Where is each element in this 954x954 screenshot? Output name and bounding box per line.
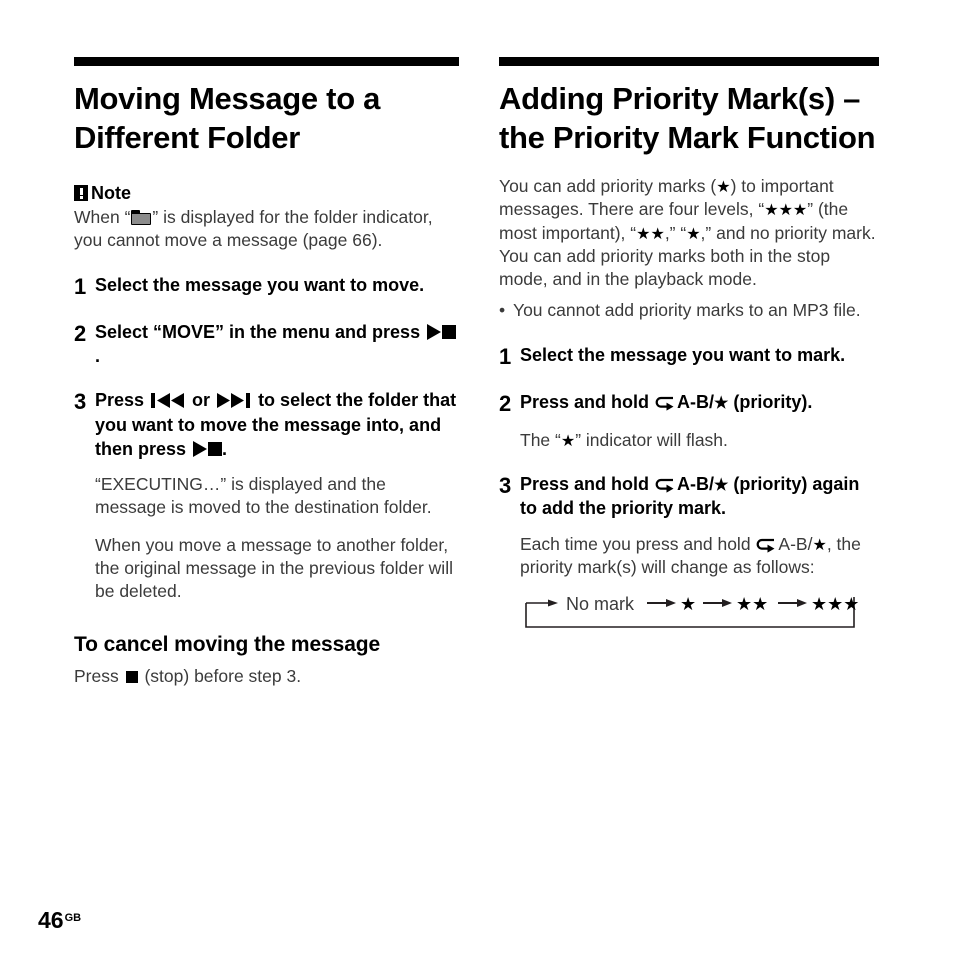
section-rule-right xyxy=(499,57,879,66)
page-title-right: Adding Priority Mark(s) – the Priority M… xyxy=(499,81,876,156)
step-text-part: Select “MOVE” in the menu and press xyxy=(95,321,426,342)
step-item: 2 Select “MOVE” in the menu and press . xyxy=(74,320,459,369)
star-icon: ★ xyxy=(716,179,731,197)
step-text: Select the message you want to move. xyxy=(95,274,425,295)
step-item: 3 Press and hold A-B/★ (priority) again … xyxy=(499,472,879,521)
step-text-part: (priority). xyxy=(728,391,813,412)
step-number: 2 xyxy=(74,320,87,346)
subsection-text-part: Press xyxy=(74,665,124,686)
step-detail-part: Each time you press and hold xyxy=(520,533,756,554)
step-item: 3 Press or to select the folder that you… xyxy=(74,388,459,461)
page-region-code: GB xyxy=(64,912,82,924)
cycle-node-label: ★ xyxy=(680,594,696,614)
note-text: When “” is displayed for the folder indi… xyxy=(74,206,459,253)
step-number: 2 xyxy=(499,390,512,416)
star-icon-triple: ★★★ xyxy=(764,202,808,220)
step-detail-text: Each time you press and hold A-B/★, the … xyxy=(520,533,879,580)
manual-page: Moving Message to a Different Folder Not… xyxy=(0,0,954,954)
step-item: 1 Select the message you want to move. xyxy=(74,273,459,300)
step-detail-part: A-B/ xyxy=(778,533,813,554)
folder-icon xyxy=(131,210,152,226)
step-text: Select the message you want to mark. xyxy=(520,344,846,365)
star-icon: ★ xyxy=(714,394,729,412)
right-column: Adding Priority Mark(s) – the Priority M… xyxy=(499,57,879,633)
step-text: Select “MOVE” in the menu and press . xyxy=(95,320,459,369)
step-item: 1 Select the message you want to mark. xyxy=(499,343,879,370)
step-text: Press and hold A-B/★ (priority). xyxy=(520,390,879,417)
stop-icon xyxy=(125,670,138,683)
step-text-part: Press xyxy=(95,390,150,411)
priority-cycle-diagram: No mark ★ ★★ ★★★ xyxy=(520,591,879,633)
page-number-value: 46 xyxy=(38,907,64,933)
step-text-part: . xyxy=(95,345,101,366)
step-number: 3 xyxy=(499,473,512,499)
intro-paragraph: You can add priority marks (★) to import… xyxy=(499,175,879,291)
step-number: 1 xyxy=(499,343,512,369)
fast-forward-icon xyxy=(217,393,251,409)
step-text-part: A-B/ xyxy=(677,391,715,412)
step-detail-part: ” indicator will flash. xyxy=(575,429,728,450)
cycle-node-label: ★★ xyxy=(736,594,768,614)
stop-icon xyxy=(442,324,457,339)
step-text-part: to select the folder that you want to mo… xyxy=(95,390,457,459)
stop-icon xyxy=(208,441,223,456)
cycle-node-label: ★★★ xyxy=(811,594,859,614)
step-number: 3 xyxy=(74,389,87,415)
play-icon xyxy=(193,440,208,457)
subsection-text-part: (stop) before step 3. xyxy=(139,665,302,686)
bullet-item: • You cannot add priority marks to an MP… xyxy=(499,299,879,322)
subsection-heading: To cancel moving the message xyxy=(74,633,381,657)
step-text-part: Press and hold xyxy=(520,474,655,495)
star-icon: ★ xyxy=(686,225,701,243)
bullet-dot-icon: • xyxy=(499,300,506,321)
ab-repeat-loop-icon xyxy=(655,478,674,493)
intro-part: You can add priority marks ( xyxy=(499,176,717,197)
step-text-part: Press and hold xyxy=(520,391,655,412)
step-text: Press and hold A-B/★ (priority) again to… xyxy=(520,472,879,521)
cycle-node-label: No mark xyxy=(566,594,635,614)
section-rule-left xyxy=(74,57,459,66)
note-heading: Note xyxy=(74,183,459,204)
intro-part: ,” “ xyxy=(664,222,687,243)
rewind-icon xyxy=(151,393,185,409)
step-detail-text: The “★” indicator will flash. xyxy=(520,429,879,452)
subsection-text: Press (stop) before step 3. xyxy=(74,665,459,688)
step-item: 2 Press and hold A-B/★ (priority). xyxy=(499,390,879,417)
left-column: Moving Message to a Different Folder Not… xyxy=(74,57,459,688)
step-text-part: or xyxy=(187,390,216,411)
note-label: Note xyxy=(91,183,131,204)
bullet-text: You cannot add priority marks to an MP3 … xyxy=(513,300,861,321)
play-icon xyxy=(427,323,442,340)
star-icon: ★ xyxy=(812,536,827,554)
note-text-before: When “ xyxy=(74,207,131,228)
star-icon: ★ xyxy=(560,432,576,450)
star-icon: ★ xyxy=(714,477,729,495)
note-exclamation-icon xyxy=(74,185,88,202)
step-detail-part: The “ xyxy=(520,429,561,450)
star-icon-double: ★★ xyxy=(636,225,665,243)
step-text-part: A-B/ xyxy=(677,474,715,495)
step-text-part: . xyxy=(222,438,228,459)
ab-repeat-loop-icon xyxy=(655,396,674,411)
step-text: Press or to select the folder that you w… xyxy=(95,388,459,461)
page-number: 46GB xyxy=(38,909,81,932)
step-detail-text: When you move a message to another folde… xyxy=(95,534,453,602)
step-number: 1 xyxy=(74,273,87,299)
step-detail-text: “EXECUTING…” is displayed and the messag… xyxy=(95,474,432,518)
page-title-left: Moving Message to a Different Folder xyxy=(74,81,381,156)
ab-repeat-loop-icon xyxy=(757,538,775,553)
